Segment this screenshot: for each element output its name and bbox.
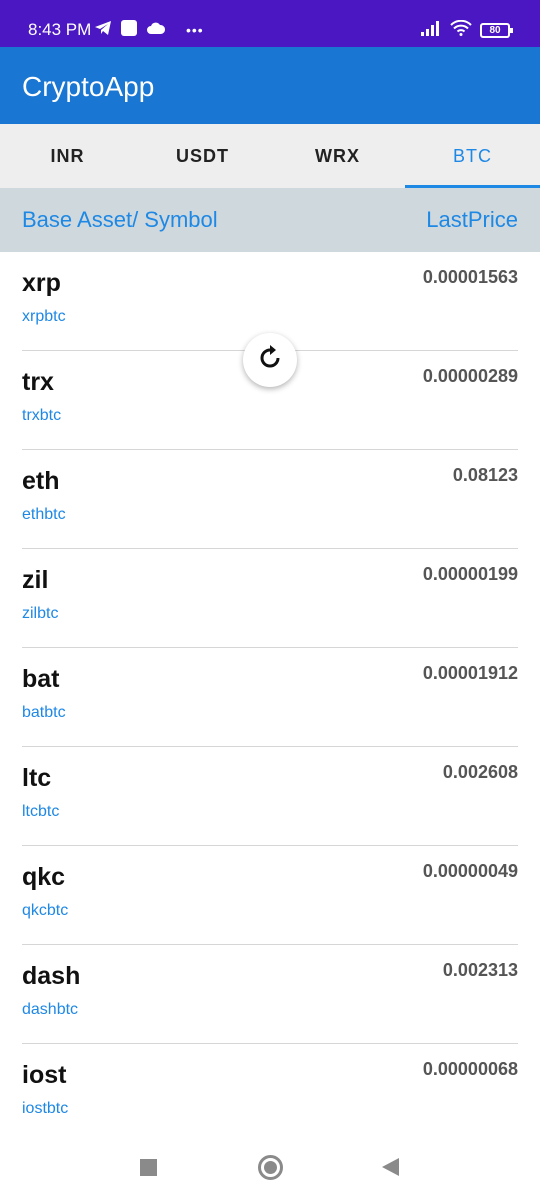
recents-icon[interactable]: [140, 1159, 157, 1176]
symbol: ethbtc: [22, 506, 66, 523]
tab-usdt[interactable]: USDT: [135, 124, 270, 188]
list-item[interactable]: bat batbtc 0.00001912: [22, 648, 518, 747]
symbol: dashbtc: [22, 1001, 79, 1018]
symbol: trxbtc: [22, 407, 62, 424]
list-item[interactable]: ltc ltcbtc 0.002608: [22, 747, 518, 846]
base-asset: eth: [22, 467, 60, 495]
telegram-icon: [94, 20, 112, 41]
tab-btc[interactable]: BTC: [405, 124, 540, 188]
refresh-icon: [255, 343, 285, 378]
signal-icon: [420, 20, 442, 41]
overflow-dots-icon: •••: [186, 22, 204, 38]
last-price: 0.00000289: [422, 366, 518, 386]
status-time: 8:43 PM: [28, 20, 92, 39]
cloud-icon: [146, 21, 166, 40]
symbol: qkcbtc: [22, 902, 69, 919]
refresh-button[interactable]: [243, 333, 297, 387]
last-price: 0.002608: [442, 762, 518, 782]
wifi-icon: [450, 19, 472, 41]
home-icon[interactable]: [258, 1155, 283, 1180]
last-price: 0.00001563: [422, 267, 518, 287]
last-price: 0.08123: [452, 465, 518, 485]
last-price: 0.00000068: [422, 1059, 518, 1079]
symbol: ltcbtc: [22, 803, 60, 820]
base-asset: dash: [22, 962, 81, 990]
tab-wrx[interactable]: WRX: [270, 124, 405, 188]
tab-bar: INR USDT WRX BTC: [0, 124, 540, 188]
system-nav-bar: [0, 1135, 540, 1200]
app-title: CryptoApp: [22, 71, 155, 102]
battery-icon: 80: [480, 22, 513, 38]
symbol: zilbtc: [22, 605, 59, 622]
last-price: 0.00000049: [422, 861, 518, 881]
app-bar: CryptoApp: [0, 47, 540, 124]
list-item[interactable]: qkc qkcbtc 0.00000049: [22, 846, 518, 945]
base-asset: bat: [22, 665, 60, 693]
base-asset: iost: [22, 1061, 67, 1089]
base-asset: ltc: [22, 764, 52, 792]
last-price: 0.00001912: [422, 663, 518, 683]
list-header: Base Asset/ Symbol LastPrice: [0, 188, 540, 252]
back-icon[interactable]: [382, 1158, 399, 1176]
status-left-icons: •••: [94, 19, 204, 41]
base-asset: xrp: [22, 269, 61, 297]
status-bar: 8:43 PM ••• 80: [0, 0, 540, 47]
base-asset: qkc: [22, 863, 66, 891]
symbol: batbtc: [22, 704, 66, 721]
base-asset: zil: [22, 566, 49, 594]
header-last-price: LastPrice: [426, 207, 518, 232]
header-base-asset-symbol: Base Asset/ Symbol: [22, 207, 218, 232]
symbol: iostbtc: [22, 1100, 69, 1117]
symbol: xrpbtc: [22, 308, 66, 325]
last-price: 0.00000199: [422, 564, 518, 584]
list-item[interactable]: iost iostbtc 0.00000068: [22, 1044, 518, 1143]
notification-square-icon: [120, 19, 138, 42]
base-asset: trx: [22, 368, 54, 396]
list-item[interactable]: dash dashbtc 0.002313: [22, 945, 518, 1044]
tab-inr[interactable]: INR: [0, 124, 135, 188]
last-price: 0.002313: [442, 960, 518, 980]
list-item[interactable]: zil zilbtc 0.00000199: [22, 549, 518, 648]
list-item[interactable]: eth ethbtc 0.08123: [22, 450, 518, 549]
status-right-icons: 80: [420, 19, 513, 41]
